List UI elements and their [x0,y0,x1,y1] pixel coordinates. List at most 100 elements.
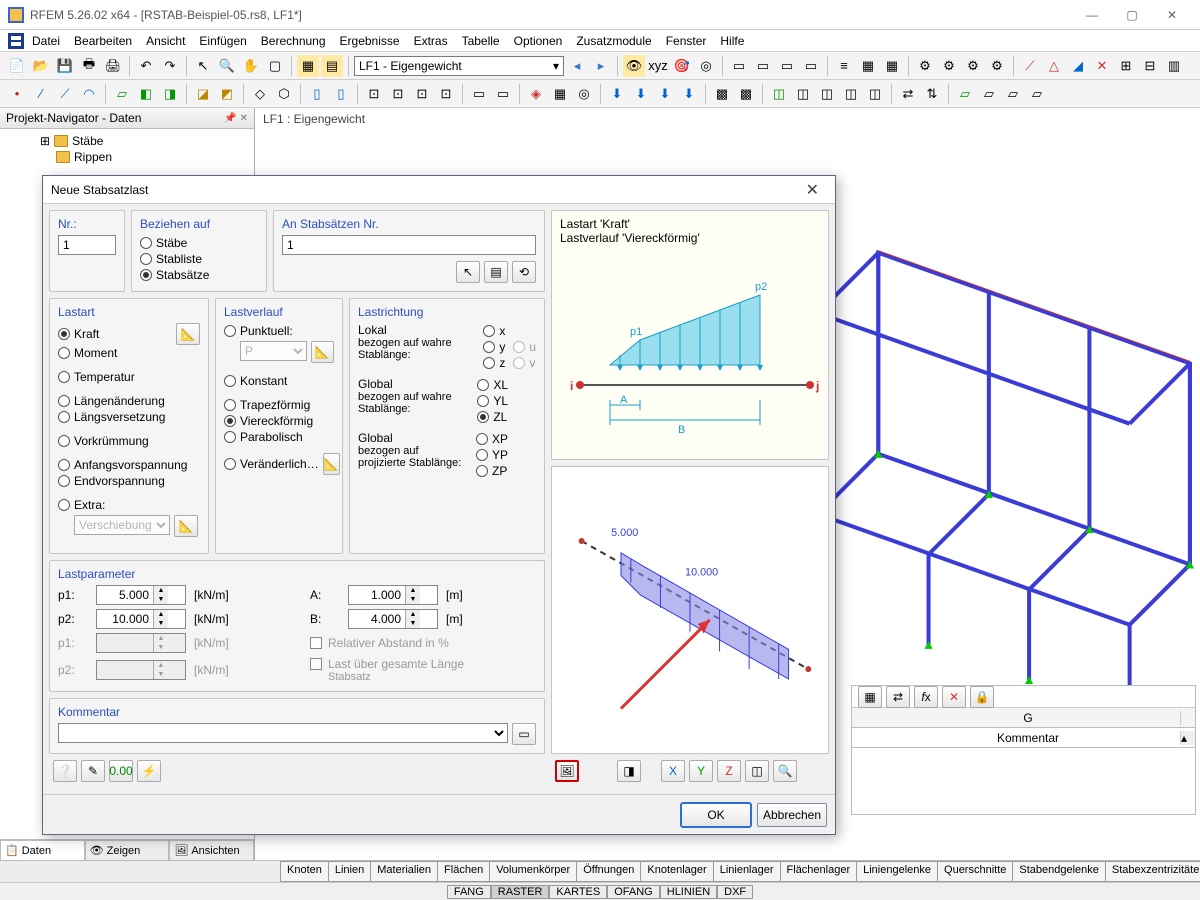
tb-select[interactable]: ↖ [192,55,214,77]
t2-i5[interactable]: ◫ [864,83,886,105]
nr-input[interactable] [58,235,116,255]
t2-n4[interactable]: ◠ [78,83,100,105]
tb-m1[interactable]: ▭ [728,55,750,77]
tab-flaechenlager[interactable]: Flächenlager [780,861,858,882]
radio-x[interactable]: x [483,323,505,339]
dialog-close-button[interactable]: ✕ [798,180,827,200]
radio-endvor[interactable]: Endvorspannung [58,473,200,489]
tb-r1[interactable]: ▦ [857,55,879,77]
tb-window[interactable]: ▢ [264,55,286,77]
t2-i1[interactable]: ◫ [768,83,790,105]
radio-punktuell[interactable]: Punktuell: [224,323,334,339]
t2-e2[interactable]: ▭ [492,83,514,105]
tab-stabexz[interactable]: Stabexzentrizitäten [1105,861,1200,882]
radio-stabsaetze[interactable]: Stabsätze [140,267,258,283]
pick-list-button[interactable]: ▤ [484,261,508,283]
cancel-button[interactable]: Abbrechen [757,803,827,827]
menu-optionen[interactable]: Optionen [508,32,569,50]
t2-h2[interactable]: ▩ [735,83,757,105]
tab-materialien[interactable]: Materialien [370,861,438,882]
menu-zusatzmodule[interactable]: Zusatzmodule [570,32,657,50]
tab-linien[interactable]: Linien [328,861,371,882]
tb-saveas[interactable]: 🖶 [78,55,100,77]
maximize-button[interactable]: ▢ [1112,1,1152,29]
pick-clear-button[interactable]: ⟲ [512,261,536,283]
status-fang[interactable]: FANG [447,885,491,899]
radio-laengen[interactable]: Längenänderung [58,393,200,409]
preview-toggle-button[interactable]: 🖼 [555,760,579,782]
close-button[interactable]: ✕ [1152,1,1192,29]
tab-volumen[interactable]: Volumenkörper [489,861,577,882]
radio-yp[interactable]: YP [476,447,508,463]
tb-prev[interactable]: ◂ [566,55,588,77]
view-x-button[interactable]: X [661,760,685,782]
punkt-icon-button[interactable]: 📐 [311,341,335,363]
t2-n2[interactable]: ∕ [30,83,52,105]
t2-l2[interactable]: ▯ [330,83,352,105]
t2-g2[interactable]: ⬇ [630,83,652,105]
t2-n3[interactable]: ⟋ [54,83,76,105]
kommentar-pick-button[interactable]: ▭ [512,723,536,745]
dlg-help-button[interactable]: ❔ [53,760,77,782]
tab-liniengelenke[interactable]: Liniengelenke [856,861,938,882]
t2-k3[interactable]: ▱ [1002,83,1024,105]
tb-calc[interactable]: ≡ [833,55,855,77]
tb-new[interactable]: 📄 [6,55,28,77]
tab-flaechen[interactable]: Flächen [437,861,490,882]
a-input[interactable]: ▲▼ [348,585,438,605]
t2-g4[interactable]: ⬇ [678,83,700,105]
grid-btn4[interactable]: ✕ [942,686,966,708]
tb-next[interactable]: ▸ [590,55,612,77]
t2-c1[interactable]: ⊡ [363,83,385,105]
t2-n1[interactable]: • [6,83,28,105]
ok-button[interactable]: OK [681,803,751,827]
tb-s2[interactable]: △ [1043,55,1065,77]
dlg-bolt-button[interactable]: ⚡ [137,760,161,782]
t2-k4[interactable]: ▱ [1026,83,1048,105]
tb-eye[interactable]: 🎯 [671,55,693,77]
tb-pan[interactable]: ✋ [240,55,262,77]
tb-s4[interactable]: ✕ [1091,55,1113,77]
t2-g3[interactable]: ⬇ [654,83,676,105]
t2-f3[interactable]: ◎ [573,83,595,105]
menu-extras[interactable]: Extras [408,32,454,50]
status-kartes[interactable]: KARTES [549,885,607,899]
radio-konstant[interactable]: Konstant [224,373,334,389]
tb-save[interactable]: 💾 [54,55,76,77]
menu-tabelle[interactable]: Tabelle [456,32,506,50]
radio-temperatur[interactable]: Temperatur [58,369,200,385]
nav-tab-ansichten[interactable]: 🖼Ansichten [169,840,254,860]
radio-moment[interactable]: Moment [58,345,200,361]
grid-btn3[interactable]: fx [914,686,938,708]
p1-input[interactable]: ▲▼ [96,585,186,605]
t2-s3[interactable]: ◨ [159,83,181,105]
tb-view1[interactable]: 👁 [623,55,645,77]
tb-s5[interactable]: ⊞ [1115,55,1137,77]
lastart-icon-button[interactable]: 📐 [176,323,200,345]
nav-tab-daten[interactable]: 📋Daten [0,840,85,860]
t2-i4[interactable]: ◫ [840,83,862,105]
view-3d-button[interactable]: ◫ [745,760,769,782]
tb-redo[interactable]: ↷ [159,55,181,77]
extra-icon-button[interactable]: 📐 [174,515,198,537]
radio-parabol[interactable]: Parabolisch [224,429,334,445]
status-dxf[interactable]: DXF [717,885,753,899]
stabsaetze-input[interactable] [282,235,536,255]
grid-btn1[interactable]: ▦ [858,686,882,708]
tb-xyz[interactable]: xyz [647,55,669,77]
lf-combo[interactable]: LF1 - Eigengewicht▾ [354,56,564,76]
p2-input[interactable]: ▲▼ [96,609,186,629]
t2-i2[interactable]: ◫ [792,83,814,105]
tb-undo[interactable]: ↶ [135,55,157,77]
radio-trapez[interactable]: Trapezförmig [224,397,334,413]
t2-h1[interactable]: ▩ [711,83,733,105]
t2-f2[interactable]: ▦ [549,83,571,105]
grid-btn2[interactable]: ⇄ [886,686,910,708]
b-input[interactable]: ▲▼ [348,609,438,629]
tb-m4[interactable]: ▭ [800,55,822,77]
tb-zoom[interactable]: 🔍 [216,55,238,77]
t2-c4[interactable]: ⊡ [435,83,457,105]
tb-print[interactable]: 🖨 [102,55,124,77]
tab-knoten[interactable]: Knoten [280,861,329,882]
veraen-icon-button[interactable]: 📐 [323,453,340,475]
